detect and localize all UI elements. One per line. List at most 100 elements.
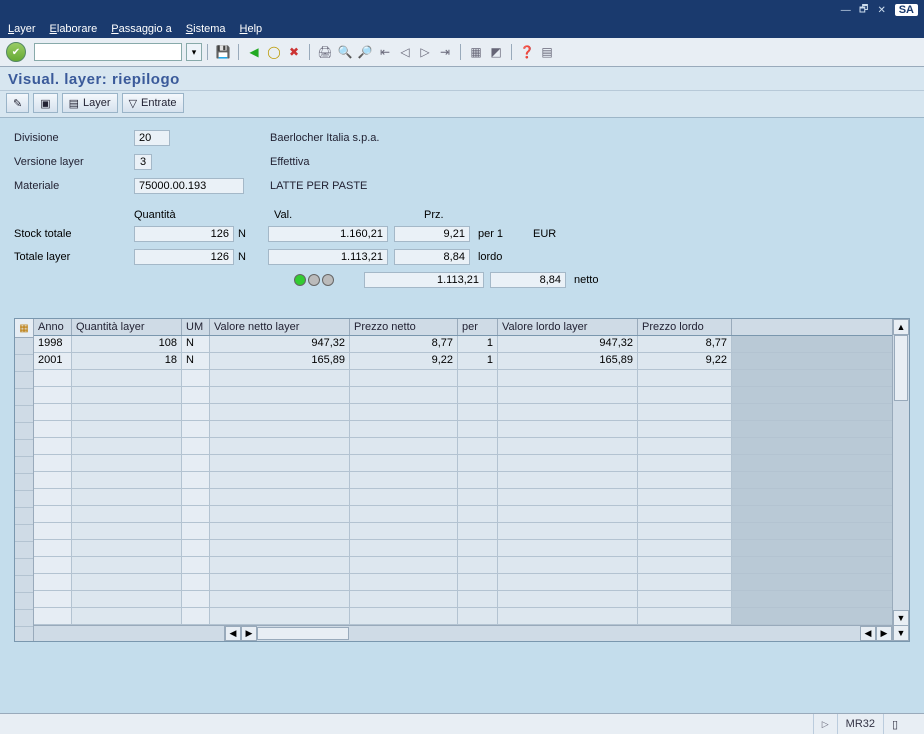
cell-pn[interactable]: 9,22 (350, 353, 458, 369)
cell-vl[interactable] (498, 523, 638, 539)
cell-vl[interactable] (498, 370, 638, 386)
new-session-icon[interactable]: ▦ (468, 44, 484, 60)
cell-pl[interactable] (638, 387, 732, 403)
command-field[interactable] (34, 43, 182, 61)
scroll-right-icon[interactable]: ◀ (860, 626, 876, 641)
cell-pn[interactable] (350, 540, 458, 556)
cell-vn[interactable] (210, 472, 350, 488)
next-page-icon[interactable]: ▷ (417, 44, 433, 60)
cell-pl[interactable] (638, 438, 732, 454)
table-row[interactable] (34, 472, 892, 489)
cell-per[interactable] (458, 472, 498, 488)
scroll-left2-icon[interactable]: ▶ (241, 626, 257, 641)
cell-qty[interactable] (72, 523, 182, 539)
cell-per[interactable] (458, 438, 498, 454)
cell-vl[interactable] (498, 472, 638, 488)
row-handle[interactable] (15, 593, 33, 610)
table-row[interactable] (34, 591, 892, 608)
cell-vn[interactable] (210, 455, 350, 471)
col-vl[interactable]: Valore lordo layer (498, 319, 638, 335)
cell-qty[interactable] (72, 455, 182, 471)
cell-per[interactable]: 1 (458, 336, 498, 352)
cell-vn[interactable] (210, 421, 350, 437)
command-history-icon[interactable]: ▾ (186, 43, 202, 61)
prev-page-icon[interactable]: ◁ (397, 44, 413, 60)
cell-vl[interactable] (498, 404, 638, 420)
cell-vn[interactable] (210, 574, 350, 590)
cell-per[interactable]: 1 (458, 353, 498, 369)
cell-pn[interactable] (350, 574, 458, 590)
grid-hscroll[interactable]: ◀ ▶ ◀ ▶ (34, 625, 892, 641)
table-row[interactable] (34, 387, 892, 404)
cell-qty[interactable] (72, 370, 182, 386)
row-handle[interactable] (15, 508, 33, 525)
row-handle[interactable] (15, 542, 33, 559)
cell-pn[interactable] (350, 557, 458, 573)
cell-pl[interactable]: 8,77 (638, 336, 732, 352)
row-handle[interactable] (15, 559, 33, 576)
cell-pn[interactable] (350, 506, 458, 522)
row-handle[interactable] (15, 576, 33, 593)
cell-qty[interactable] (72, 472, 182, 488)
row-handle[interactable] (15, 474, 33, 491)
cell-pn[interactable] (350, 370, 458, 386)
cell-per[interactable] (458, 608, 498, 624)
table-row[interactable] (34, 370, 892, 387)
row-handle[interactable] (15, 372, 33, 389)
field-divisione[interactable]: 20 (134, 130, 170, 146)
col-anno[interactable]: Anno (34, 319, 72, 335)
cell-pn[interactable] (350, 421, 458, 437)
menu-passaggio[interactable]: Passaggio a (111, 23, 172, 35)
cell-per[interactable] (458, 421, 498, 437)
scroll-end-icon[interactable]: ▼ (893, 626, 909, 641)
cell-vl[interactable]: 947,32 (498, 336, 638, 352)
back-icon[interactable]: ◀ (246, 44, 262, 60)
col-pn[interactable]: Prezzo netto (350, 319, 458, 335)
cell-vn[interactable] (210, 523, 350, 539)
cell-vl[interactable] (498, 574, 638, 590)
help-icon[interactable]: ❓ (519, 44, 535, 60)
cell-vn[interactable] (210, 506, 350, 522)
row-handle[interactable] (15, 389, 33, 406)
row-handle[interactable] (15, 406, 33, 423)
first-page-icon[interactable]: ⇤ (377, 44, 393, 60)
table-row[interactable]: 1998108N947,328,771947,328,77 (34, 336, 892, 353)
cell-vl[interactable] (498, 421, 638, 437)
cell-vn[interactable] (210, 438, 350, 454)
tool-btn-2[interactable]: ▣ (33, 93, 57, 113)
cell-pn[interactable] (350, 455, 458, 471)
cell-vl[interactable]: 165,89 (498, 353, 638, 369)
cell-qty[interactable] (72, 591, 182, 607)
row-handle[interactable] (15, 355, 33, 372)
cell-per[interactable] (458, 591, 498, 607)
print-icon[interactable]: 🖨 (317, 44, 333, 60)
cell-pn[interactable] (350, 523, 458, 539)
cell-pl[interactable] (638, 421, 732, 437)
layer-button[interactable]: ▤Layer (62, 93, 118, 113)
cell-pn[interactable] (350, 489, 458, 505)
cell-vn[interactable] (210, 540, 350, 556)
row-handle[interactable] (15, 457, 33, 474)
scroll-up-icon[interactable]: ▲ (893, 319, 909, 335)
cell-per[interactable] (458, 574, 498, 590)
cell-pl[interactable] (638, 523, 732, 539)
cell-per[interactable] (458, 387, 498, 403)
table-row[interactable] (34, 574, 892, 591)
cell-vn[interactable] (210, 387, 350, 403)
cell-pl[interactable] (638, 574, 732, 590)
minimize-icon[interactable]: — (839, 3, 853, 17)
cell-vn[interactable]: 165,89 (210, 353, 350, 369)
row-handle[interactable] (15, 491, 33, 508)
cell-vl[interactable] (498, 489, 638, 505)
cell-qty[interactable] (72, 387, 182, 403)
cell-qty[interactable] (72, 404, 182, 420)
cell-pl[interactable]: 9,22 (638, 353, 732, 369)
col-qty[interactable]: Quantità layer (72, 319, 182, 335)
cell-vl[interactable] (498, 387, 638, 403)
cell-vl[interactable] (498, 540, 638, 556)
grid-body[interactable]: 1998108N947,328,771947,328,77200118N165,… (34, 336, 892, 625)
table-row[interactable] (34, 506, 892, 523)
cell-pl[interactable] (638, 472, 732, 488)
cell-pl[interactable] (638, 608, 732, 624)
cell-vn[interactable] (210, 608, 350, 624)
